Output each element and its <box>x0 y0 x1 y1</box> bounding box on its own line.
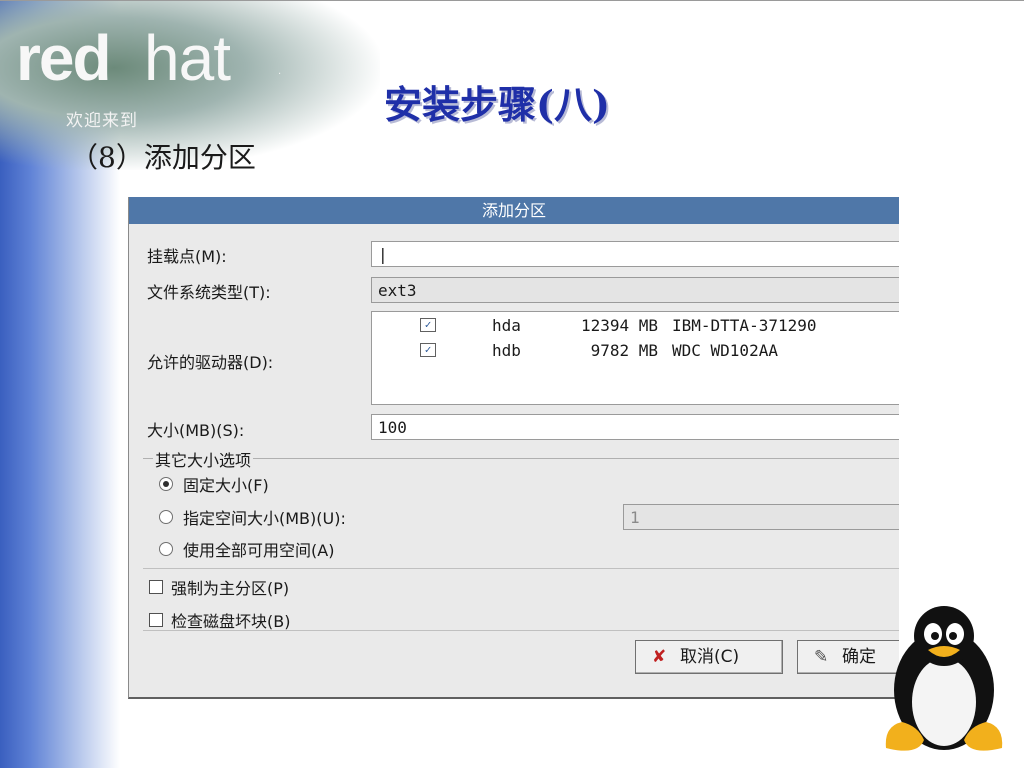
radio-fixed-size-label: 固定大小(F) <box>183 476 269 495</box>
allowed-drives-label: 允许的驱动器(D): <box>147 353 274 372</box>
checkbox[interactable] <box>149 580 163 594</box>
mount-point-label: 挂载点(M): <box>147 247 227 266</box>
slide-top-rule <box>0 0 1024 1</box>
drive-name: hda <box>492 316 521 335</box>
drive-size: 9782 MB <box>590 341 658 360</box>
tux-penguin-icon <box>885 606 1003 751</box>
dialog-titlebar[interactable]: 添加分区 <box>129 197 899 224</box>
filesystem-type-select[interactable]: ext3 <box>371 277 899 303</box>
size-input[interactable]: 100 <box>371 414 899 440</box>
checkmark-icon[interactable]: ✓ <box>420 343 436 357</box>
size-label: 大小(MB)(S): <box>147 421 245 440</box>
radio-fill-space-label: 使用全部可用空间(A) <box>183 541 335 560</box>
add-partition-dialog: 添加分区 挂载点(M): | 文件系统类型(T): ext3 允许的驱动器(D)… <box>128 197 899 699</box>
welcome-text: 欢迎来到 <box>66 111 138 131</box>
checkbox-primary-label: 强制为主分区(P) <box>171 579 290 598</box>
drive-row[interactable]: ✓ hdb 9782 MB WDC WD102AA <box>372 339 899 363</box>
drive-row[interactable]: ✓ hda 12394 MB IBM-DTTA-371290 <box>372 314 899 338</box>
cancel-button-label: 取消(C) <box>680 647 740 667</box>
radio-max-size-label: 指定空间大小(MB)(U): <box>183 509 346 528</box>
cancel-button[interactable]: ✘ 取消(C) <box>635 640 783 674</box>
logo-mark: . <box>278 66 282 77</box>
radio-button-selected[interactable] <box>159 477 173 491</box>
slide-subtitle: （8）添加分区 <box>70 141 256 174</box>
separator <box>143 568 899 569</box>
checkbox-badblocks-label: 检查磁盘坏块(B) <box>171 612 291 631</box>
drive-model: IBM-DTTA-371290 <box>672 316 817 335</box>
radio-button[interactable] <box>159 542 173 556</box>
separator <box>143 630 899 631</box>
max-size-input[interactable]: 1 <box>623 504 899 530</box>
checkmark-icon[interactable]: ✓ <box>420 318 436 332</box>
drive-model: WDC WD102AA <box>672 341 778 360</box>
allowed-drives-list: ✓ hda 12394 MB IBM-DTTA-371290 ✓ hdb 978… <box>371 311 899 405</box>
drive-size: 12394 MB <box>580 316 658 335</box>
slide-title: 安装步骤(八) <box>384 82 610 127</box>
checkbox[interactable] <box>149 613 163 627</box>
ok-button-label: 确定 <box>842 647 876 667</box>
other-size-options-title: 其它大小选项 <box>153 447 254 471</box>
filesystem-type-label: 文件系统类型(T): <box>147 283 271 302</box>
close-x-icon: ✘ <box>652 647 667 667</box>
mount-point-input[interactable]: | <box>371 241 899 267</box>
drive-name: hdb <box>492 341 521 360</box>
options-group-line <box>143 458 899 459</box>
logo-red-text: red <box>16 22 112 94</box>
radio-button[interactable] <box>159 510 173 524</box>
logo-hat-text: hat <box>144 22 231 94</box>
ok-icon: ✎ <box>814 647 829 667</box>
